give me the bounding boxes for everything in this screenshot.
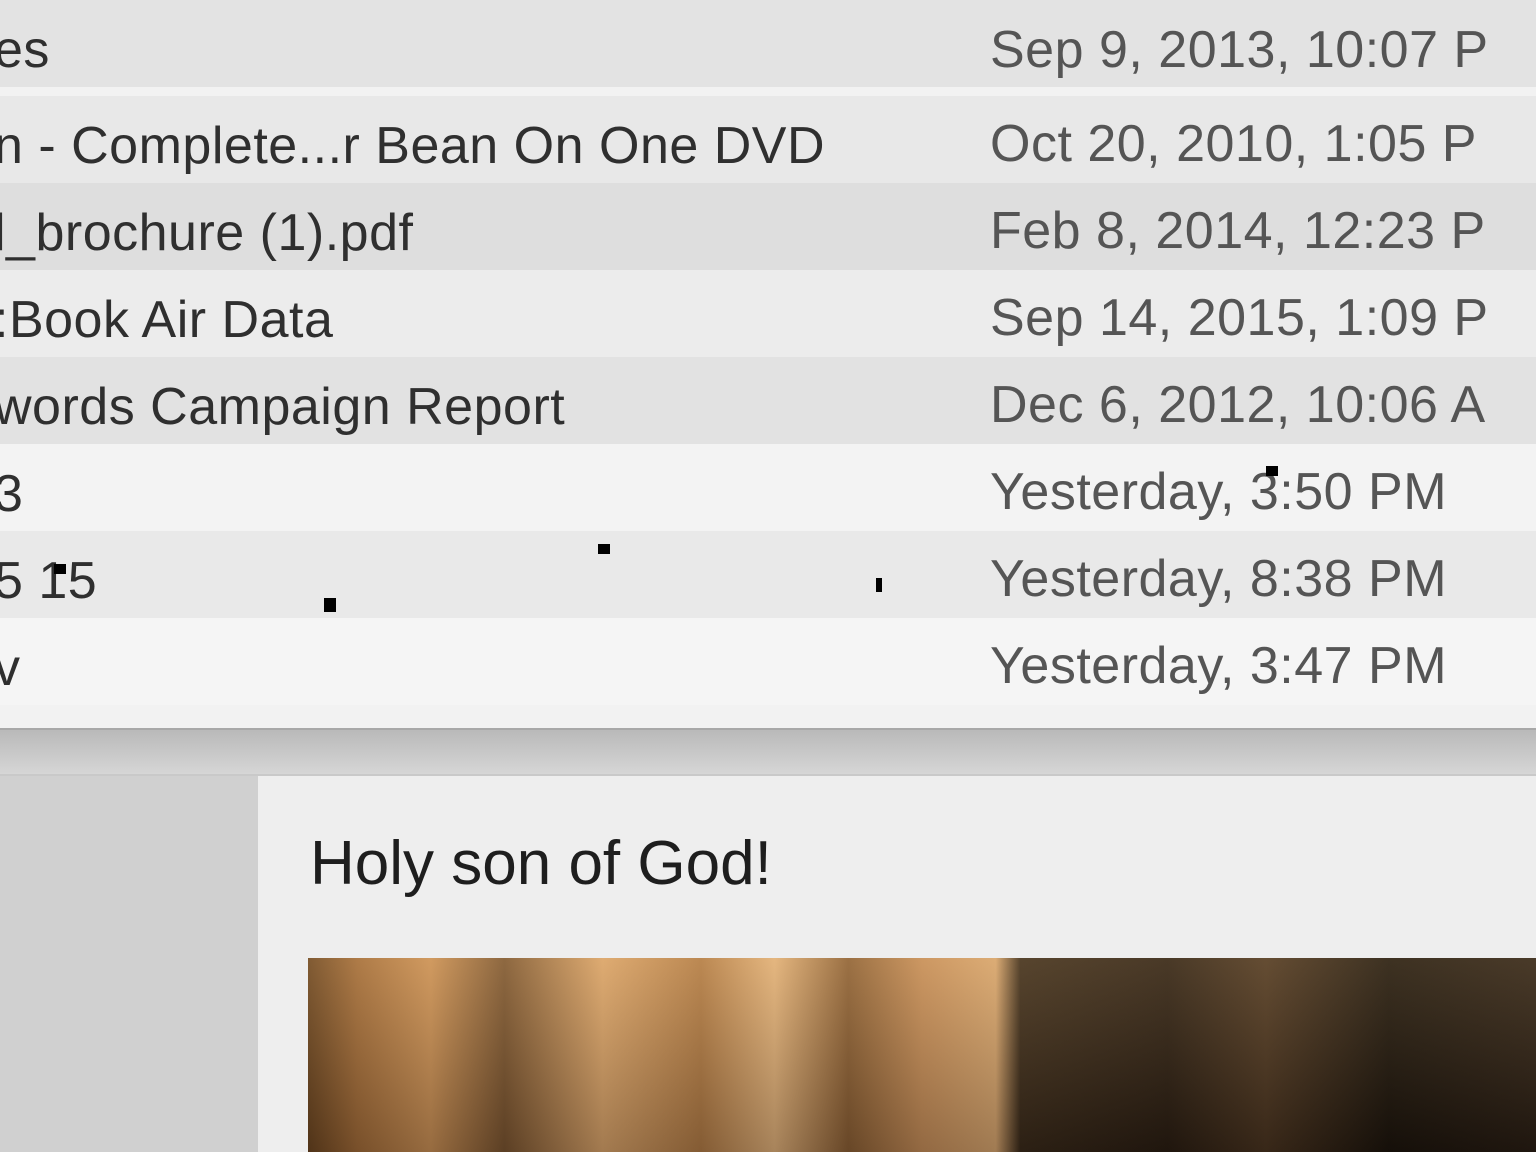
file-date-modified: Yesterday, 3:47 PM — [990, 637, 1448, 695]
embedded-photo[interactable] — [308, 958, 1536, 1152]
message-content: Holy son of God! — [258, 776, 1536, 1152]
file-date-modified: Feb 8, 2014, 12:23 P — [990, 202, 1486, 260]
file-name: :Book Air Data — [0, 291, 334, 349]
file-date-modified: Yesterday, 8:38 PM — [990, 550, 1448, 608]
photo-shading — [308, 958, 1536, 1152]
file-row[interactable]: l_brochure (1).pdf Feb 8, 2014, 12:23 P — [0, 183, 1536, 270]
file-name: es — [0, 21, 50, 79]
file-date-modified: Sep 14, 2015, 1:09 P — [990, 289, 1489, 347]
dead-pixel — [54, 564, 66, 574]
file-name: n - Complete...r Bean On One DVD — [0, 117, 826, 175]
file-name: 3 — [0, 465, 24, 523]
file-name: v — [0, 639, 21, 697]
file-date-modified: Yesterday, 3:50 PM — [990, 463, 1448, 521]
message-window: Holy son of God! — [0, 776, 1536, 1152]
window-divider — [0, 728, 1536, 774]
file-date-modified: Dec 6, 2012, 10:06 A — [990, 376, 1486, 434]
file-row[interactable]: :Book Air Data Sep 14, 2015, 1:09 P — [0, 270, 1536, 357]
file-row[interactable]: 5 15 Yesterday, 8:38 PM — [0, 531, 1536, 618]
dead-pixel — [1266, 466, 1278, 476]
file-row[interactable]: es Sep 9, 2013, 10:07 P — [0, 0, 1536, 87]
file-date-modified: Oct 20, 2010, 1:05 P — [990, 115, 1477, 173]
file-row[interactable]: 3 Yesterday, 3:50 PM — [0, 444, 1536, 531]
finder-file-list: es Sep 9, 2013, 10:07 P n - Complete...r… — [0, 0, 1536, 728]
dead-pixel — [324, 598, 336, 612]
sidebar — [0, 776, 258, 1152]
file-name: l_brochure (1).pdf — [0, 204, 414, 262]
file-row[interactable]: words Campaign Report Dec 6, 2012, 10:06… — [0, 357, 1536, 444]
dead-pixel — [876, 578, 882, 592]
message-heading: Holy son of God! — [310, 829, 772, 898]
dead-pixel — [598, 544, 610, 554]
file-name: words Campaign Report — [0, 378, 566, 436]
file-date-modified: Sep 9, 2013, 10:07 P — [990, 21, 1489, 79]
file-row[interactable]: n - Complete...r Bean On One DVD Oct 20,… — [0, 96, 1536, 183]
file-row[interactable]: v Yesterday, 3:47 PM — [0, 618, 1536, 705]
file-name: 5 15 — [0, 552, 98, 610]
